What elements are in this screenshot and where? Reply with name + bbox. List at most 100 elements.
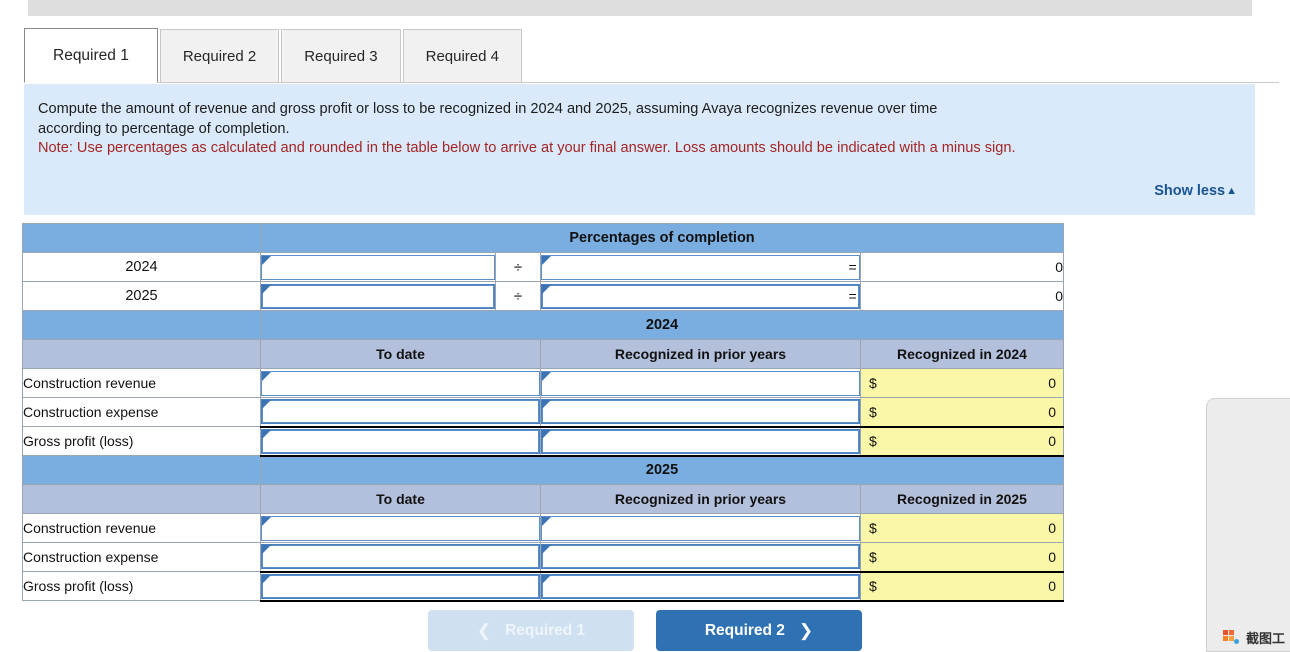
subheader-2024-recognized: Recognized in 2024	[859, 339, 1065, 369]
cell-2025-gross-to-date	[260, 570, 541, 602]
subheader-2025-prior-years: Recognized in prior years	[540, 484, 861, 514]
cell-2025-revenue-recognized: $ 0	[859, 513, 1065, 543]
tab-required-4[interactable]: Required 4	[402, 29, 522, 83]
chevron-left-icon: ❮	[476, 620, 492, 640]
floating-tool-label: 截图工	[1246, 631, 1286, 646]
table-row: Construction expense $ 0	[22, 542, 1065, 572]
input-2025-gross-prior[interactable]	[541, 573, 860, 599]
input-2024-gross-to-date[interactable]	[261, 428, 540, 454]
percentage-year-2025: 2025	[22, 281, 261, 311]
percentage-2024-result-value: 0	[1055, 259, 1064, 275]
table-row-percentage-2024: 2024 ÷ = 0	[22, 252, 1065, 282]
table-row: Construction revenue $ 0	[22, 368, 1065, 398]
subheader-2024-spacer	[22, 339, 261, 369]
cell-2024-gross-recognized: $ 0	[859, 425, 1065, 457]
tab-required-2[interactable]: Required 2	[159, 29, 280, 83]
percentage-2024-denominator-input[interactable]	[541, 254, 860, 280]
table-row-percentages-header: Percentages of completion	[22, 223, 1065, 253]
cell-2025-expense-to-date	[260, 542, 541, 572]
show-less-label: Show less	[1154, 183, 1226, 199]
table-row-subheader-2024: To date Recognized in prior years Recogn…	[22, 339, 1065, 369]
dollar-sign-icon: $	[869, 578, 877, 594]
input-2024-gross-prior[interactable]	[541, 428, 860, 454]
floating-tool-panel[interactable]: 截图工	[1206, 398, 1290, 652]
percentage-2025-result: = 0	[849, 281, 1065, 311]
previous-required-label: Required 1	[505, 621, 586, 639]
next-required-button[interactable]: Required 2 ❯	[656, 610, 862, 651]
dollar-sign-icon: $	[869, 548, 877, 565]
cell-2024-expense-prior	[540, 397, 861, 427]
app-page: Required 1 Required 2 Required 3 Require…	[0, 0, 1290, 652]
instruction-line-2: according to percentage of completion.	[38, 120, 290, 137]
cell-2024-revenue-prior	[540, 368, 861, 398]
worksheet-table: Percentages of completion 2024 ÷ = 0 202…	[22, 223, 1065, 602]
input-2024-expense-prior[interactable]	[541, 399, 860, 425]
input-2025-expense-to-date[interactable]	[261, 544, 540, 570]
percentage-2025-numerator-input[interactable]	[261, 283, 495, 309]
cell-2025-gross-recognized: $ 0	[859, 570, 1065, 602]
table-row-subheader-2025: To date Recognized in prior years Recogn…	[22, 484, 1065, 514]
input-2024-revenue-prior[interactable]	[541, 370, 860, 396]
tabstrip-divider	[24, 82, 1279, 83]
instruction-panel: Compute the amount of revenue and gross …	[24, 84, 1255, 215]
next-required-label: Required 2	[704, 621, 785, 639]
percentage-2024-numerator-cell	[260, 252, 496, 282]
percentage-2025-numerator-cell	[260, 281, 496, 311]
subheader-2024-prior-years: Recognized in prior years	[540, 339, 861, 369]
value-2024-revenue-recognized: 0	[1048, 375, 1057, 391]
tab-required-3[interactable]: Required 3	[281, 29, 401, 83]
input-2025-expense-prior[interactable]	[541, 544, 860, 570]
year-band-2024-label: 2024	[259, 310, 1065, 340]
cell-2025-revenue-to-date	[260, 513, 541, 543]
table-row: Construction revenue $ 0	[22, 513, 1065, 543]
row-label-2024-gross-profit: Gross profit (loss)	[22, 426, 261, 456]
year-band-2024-spacer	[22, 310, 261, 340]
value-2024-expense-recognized: 0	[1048, 403, 1057, 420]
value-2025-revenue-recognized: 0	[1048, 520, 1057, 536]
table-row: Gross profit (loss) $ 0	[22, 570, 1065, 602]
previous-required-button[interactable]: ❮ Required 1	[428, 610, 634, 651]
window-top-bar	[28, 0, 1252, 16]
tab-required-1[interactable]: Required 1	[24, 28, 158, 83]
table-row: Construction expense $ 0	[22, 397, 1065, 427]
value-2025-expense-recognized: 0	[1048, 548, 1057, 565]
floating-tool-item[interactable]: 截图工	[1223, 628, 1285, 647]
percentage-2025-denominator-input[interactable]	[541, 283, 860, 309]
caret-up-icon: ▲	[1226, 184, 1237, 197]
percentage-2025-result-value: 0	[1055, 288, 1064, 304]
input-2025-revenue-to-date[interactable]	[261, 515, 540, 541]
dollar-sign-icon: $	[869, 433, 877, 449]
screenshot-tool-icon	[1223, 630, 1239, 645]
instruction-note: Note: Use percentages as calculated and …	[38, 140, 1016, 156]
input-2024-revenue-to-date[interactable]	[261, 370, 540, 396]
input-2025-revenue-prior[interactable]	[541, 515, 860, 541]
row-label-2024-construction-revenue: Construction revenue	[22, 368, 261, 398]
equals-symbol-2024: =	[848, 259, 857, 275]
cell-2024-gross-prior	[540, 425, 861, 457]
percentage-2024-numerator-input[interactable]	[261, 254, 495, 280]
percentage-2025-denominator-cell	[540, 281, 861, 311]
cell-2025-revenue-prior	[540, 513, 861, 543]
table-row-year-band-2024: 2024	[22, 310, 1065, 340]
row-label-2025-construction-revenue: Construction revenue	[22, 513, 261, 543]
show-less-link[interactable]: Show less ▲	[1154, 183, 1237, 199]
year-band-2025-spacer	[22, 455, 261, 485]
percentage-year-2024: 2024	[22, 252, 261, 282]
cell-2024-revenue-to-date	[260, 368, 541, 398]
instruction-line-1: Compute the amount of revenue and gross …	[38, 101, 938, 117]
dollar-sign-icon: $	[869, 375, 877, 391]
table-row: Gross profit (loss) $ 0	[22, 425, 1065, 457]
percentages-header-label: Percentages of completion	[259, 223, 1065, 253]
input-2024-expense-to-date[interactable]	[261, 399, 540, 425]
table-row-percentage-2025: 2025 ÷ = 0	[22, 281, 1065, 311]
pagination-controls: ❮ Required 1 Required 2 ❯	[0, 610, 1290, 651]
divide-symbol-2024: ÷	[495, 252, 541, 282]
chevron-right-icon: ❯	[798, 620, 814, 640]
row-label-2025-construction-expense: Construction expense	[22, 542, 261, 572]
value-2025-gross-recognized: 0	[1048, 578, 1057, 594]
percentage-2024-result: = 0	[849, 252, 1065, 282]
row-label-2024-construction-expense: Construction expense	[22, 397, 261, 427]
subheader-2025-to-date: To date	[260, 484, 541, 514]
input-2025-gross-to-date[interactable]	[261, 573, 540, 599]
subheader-2025-spacer	[22, 484, 261, 514]
